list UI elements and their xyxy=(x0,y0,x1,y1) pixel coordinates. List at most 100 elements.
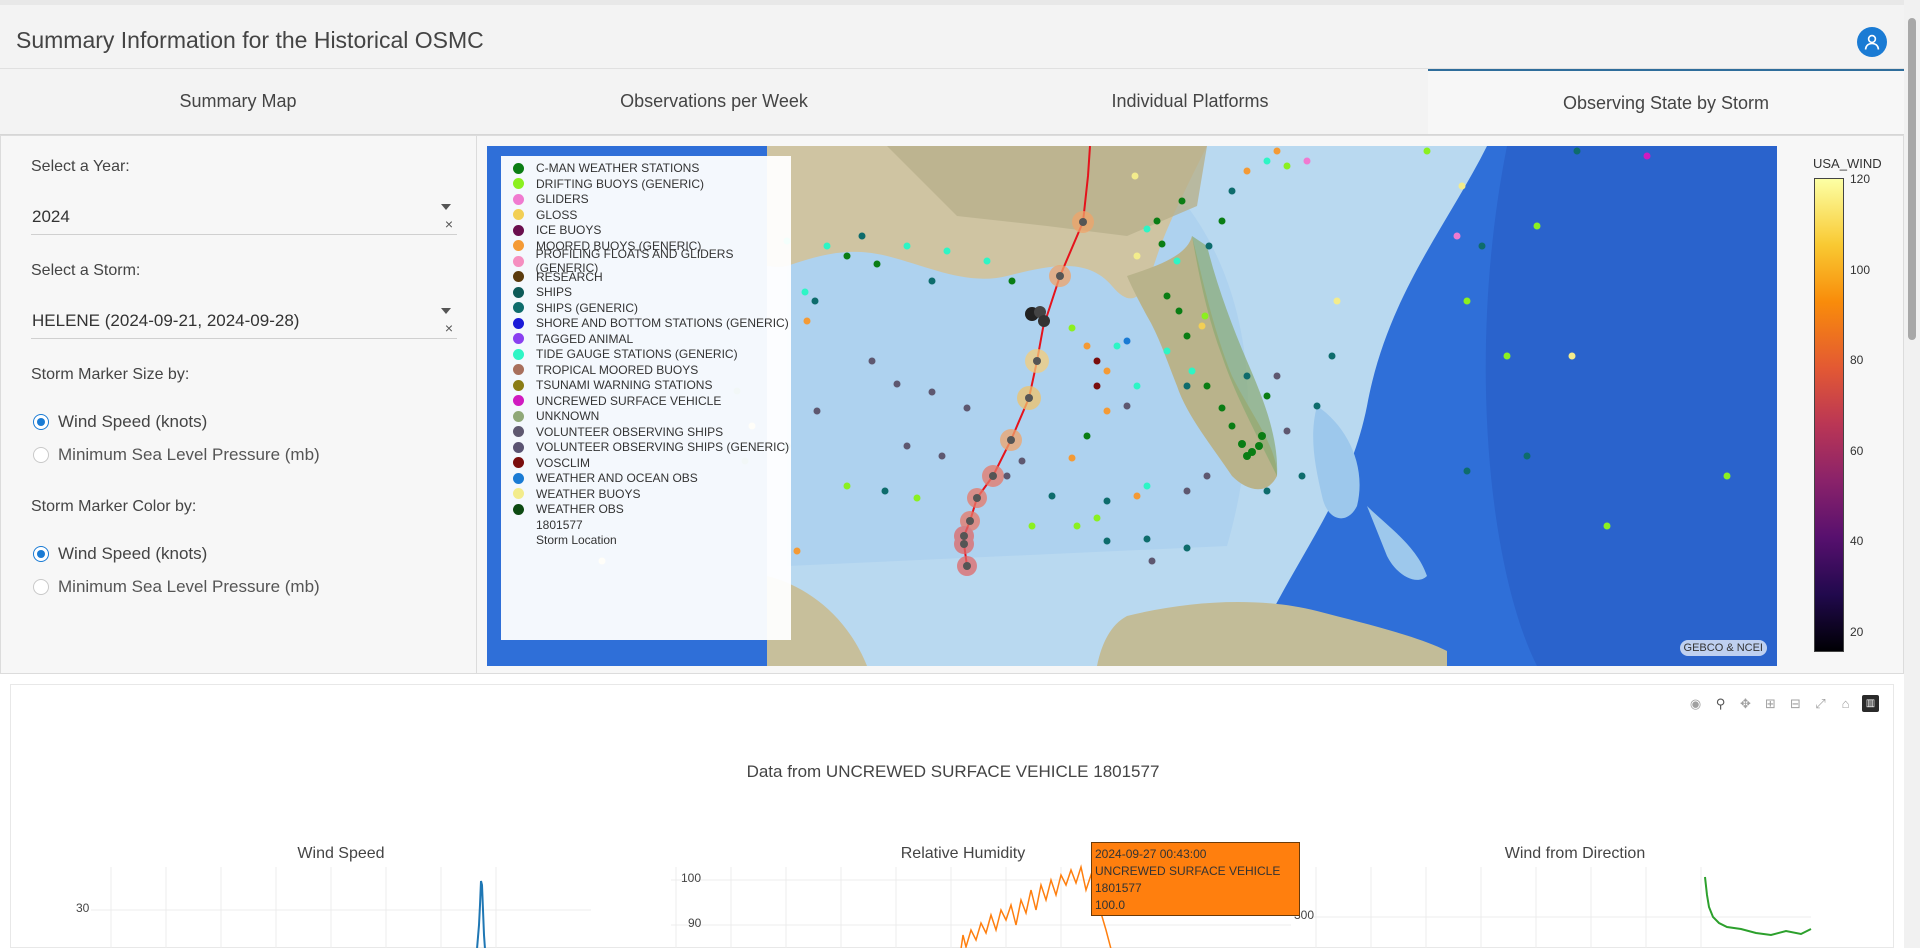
rh-y-tick: 100 xyxy=(681,871,702,885)
radio-unselected-icon[interactable] xyxy=(33,447,49,463)
color-radio-pressure[interactable]: Minimum Sea Level Pressure (mb) xyxy=(33,577,320,597)
legend-item[interactable]: TROPICAL MOORED BUOYS xyxy=(513,362,698,378)
control-sidebar: Select a Year: 2024 × Select a Storm: HE… xyxy=(0,135,477,674)
color-option-label: Wind Speed (knots) xyxy=(58,544,208,563)
user-icon xyxy=(1864,34,1880,50)
legend-item[interactable]: GLIDERS xyxy=(513,191,589,207)
chevron-down-icon[interactable] xyxy=(441,204,451,210)
storm-map[interactable]: C-MAN WEATHER STATIONS DRIFTING BUOYS (G… xyxy=(487,146,1777,666)
tab-observing-state-by-storm[interactable]: Observing State by Storm xyxy=(1428,69,1904,134)
platform-plot-area: ◉ ⚲ ✥ ⊞ ⊟ ⤢ ⌂ ▥ Data from UNCREWED SURFA… xyxy=(10,684,1894,948)
legend-item[interactable]: VOLUNTEER OBSERVING SHIPS xyxy=(513,424,723,440)
legend-label: WEATHER BUOYS xyxy=(536,486,641,501)
subplots-svg[interactable] xyxy=(11,685,1895,948)
legend-marker-icon xyxy=(513,240,524,251)
legend-item[interactable]: WEATHER AND OCEAN OBS xyxy=(513,470,698,486)
legend-item[interactable]: VOLUNTEER OBSERVING SHIPS (GENERIC) xyxy=(513,439,789,455)
legend-label: VOLUNTEER OBSERVING SHIPS (GENERIC) xyxy=(536,440,790,454)
legend-item[interactable]: PROFILING FLOATS AND GLIDERS (GENERIC) xyxy=(513,247,791,275)
chevron-down-icon[interactable] xyxy=(441,308,451,314)
legend-label: WEATHER OBS xyxy=(536,502,624,516)
legend-label: RESEARCH xyxy=(536,269,603,284)
wind-y-tick: 30 xyxy=(76,901,90,915)
legend-item[interactable]: C-MAN WEATHER STATIONS xyxy=(513,160,699,176)
legend-item[interactable]: SHIPS (GENERIC) xyxy=(513,300,638,316)
legend-marker-icon xyxy=(513,472,524,484)
legend-marker-icon xyxy=(513,503,524,515)
legend-label: ICE BUOYS xyxy=(536,223,602,237)
legend-item[interactable]: TSUNAMI WARNING STATIONS xyxy=(513,377,712,393)
legend-item[interactable]: ICE BUOYS xyxy=(513,222,601,238)
legend-item[interactable]: DRIFTING BUOYS (GENERIC) xyxy=(513,176,704,192)
legend-item[interactable]: TAGGED ANIMAL xyxy=(513,331,633,347)
color-option-label: Minimum Sea Level Pressure (mb) xyxy=(58,577,320,596)
colorbar-title: USA_WIND xyxy=(1813,156,1882,171)
user-account-button[interactable] xyxy=(1857,27,1887,57)
legend-item[interactable]: VOSCLIM xyxy=(513,455,590,471)
legend-label: VOLUNTEER OBSERVING SHIPS xyxy=(536,424,724,439)
marker-color-label: Storm Marker Color by: xyxy=(31,498,197,515)
size-radio-wind-speed[interactable]: Wind Speed (knots) xyxy=(33,412,207,432)
legend-item[interactable]: WEATHER OBS xyxy=(513,501,624,517)
year-select-value: 2024 xyxy=(32,207,70,226)
legend-marker-icon xyxy=(513,395,524,406)
clear-icon[interactable]: × xyxy=(445,216,453,232)
legend-item[interactable]: WEATHER BUOYS xyxy=(513,486,640,502)
legend-item[interactable]: Storm Location xyxy=(513,532,617,548)
radio-selected-icon[interactable] xyxy=(33,414,49,430)
colorbar-tick: 120 xyxy=(1850,172,1871,186)
legend-marker-icon xyxy=(513,224,524,236)
legend-marker-icon xyxy=(513,426,524,437)
legend-label: TAGGED ANIMAL xyxy=(536,331,634,346)
wind-colorbar xyxy=(1814,178,1844,652)
legend-marker-icon xyxy=(513,271,524,282)
rh-y-tick: 90 xyxy=(688,916,702,930)
tab-summary-map[interactable]: Summary Map xyxy=(0,69,476,134)
year-select[interactable]: 2024 × xyxy=(31,195,457,235)
legend-label: UNCREWED SURFACE VEHICLE xyxy=(536,393,722,408)
legend-label: TSUNAMI WARNING STATIONS xyxy=(536,378,713,392)
map-legend: C-MAN WEATHER STATIONS DRIFTING BUOYS (G… xyxy=(501,156,791,640)
storm-select-value: HELENE (2024-09-21, 2024-09-28) xyxy=(32,311,300,330)
colorbar-tick: 20 xyxy=(1850,625,1864,639)
map-attribution[interactable]: GEBCO & NCEI xyxy=(1679,640,1767,656)
tooltip-id: 1801577 xyxy=(1095,881,1142,895)
legend-label: SHIPS (GENERIC) xyxy=(536,300,639,315)
tooltip-time: 2024-09-27 00:43:00 xyxy=(1095,847,1207,861)
size-option-label: Wind Speed (knots) xyxy=(58,412,208,431)
color-radio-wind-speed[interactable]: Wind Speed (knots) xyxy=(33,544,207,564)
legend-label: GLIDERS xyxy=(536,192,589,206)
radio-selected-icon[interactable] xyxy=(33,546,49,562)
legend-marker-icon xyxy=(513,348,524,360)
legend-item[interactable]: UNCREWED SURFACE VEHICLE xyxy=(513,393,721,409)
storm-label: Select a Storm: xyxy=(31,262,141,279)
clear-icon[interactable]: × xyxy=(445,320,453,336)
legend-label: TROPICAL MOORED BUOYS xyxy=(536,362,699,377)
legend-label: SHIPS xyxy=(536,285,573,299)
legend-marker-icon xyxy=(513,255,524,267)
legend-marker-icon xyxy=(513,333,524,344)
tab-individual-platforms[interactable]: Individual Platforms xyxy=(952,69,1428,134)
radio-unselected-icon[interactable] xyxy=(33,579,49,595)
legend-marker-icon xyxy=(513,364,524,375)
colorbar-tick: 100 xyxy=(1850,263,1871,277)
size-radio-pressure[interactable]: Minimum Sea Level Pressure (mb) xyxy=(33,445,320,465)
legend-item[interactable]: TIDE GAUGE STATIONS (GENERIC) xyxy=(513,346,738,362)
storm-select[interactable]: HELENE (2024-09-21, 2024-09-28) × xyxy=(31,299,457,339)
legend-item[interactable]: SHIPS xyxy=(513,284,572,300)
legend-item[interactable]: SHORE AND BOTTOM STATIONS (GENERIC) xyxy=(513,315,789,331)
legend-item[interactable]: 1801577 xyxy=(513,517,583,533)
tooltip-value: 100.0 xyxy=(1095,898,1126,912)
page-title: Summary Information for the Historical O… xyxy=(16,27,484,53)
legend-item[interactable]: RESEARCH xyxy=(513,269,603,285)
legend-item[interactable]: UNKNOWN xyxy=(513,408,599,424)
scrollbar-thumb[interactable] xyxy=(1908,18,1916,340)
legend-item[interactable]: GLOSS xyxy=(513,207,577,223)
page-scrollbar[interactable] xyxy=(1904,0,1920,948)
legend-marker-icon xyxy=(513,162,524,174)
colorbar-tick: 60 xyxy=(1850,444,1864,458)
tab-observations-per-week[interactable]: Observations per Week xyxy=(476,69,952,134)
legend-label: GLOSS xyxy=(536,207,578,222)
legend-label: UNKNOWN xyxy=(536,409,600,423)
legend-label: DRIFTING BUOYS (GENERIC) xyxy=(536,176,705,191)
